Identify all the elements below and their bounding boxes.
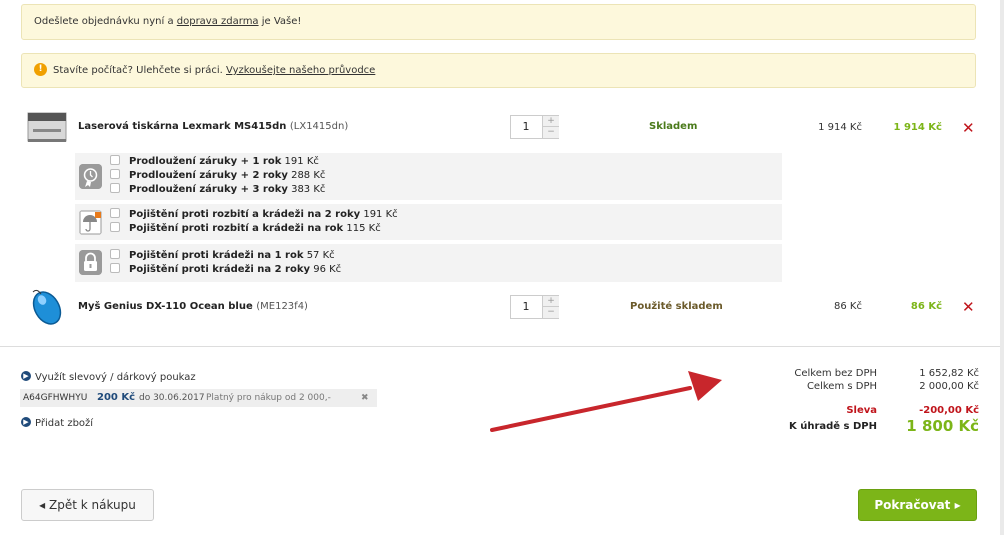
checkbox[interactable] xyxy=(110,263,120,273)
printer-thumbnail[interactable] xyxy=(25,107,69,147)
product-name[interactable]: Myš Genius DX-110 Ocean blue (ME123f4) xyxy=(78,301,308,312)
product-title[interactable]: Myš Genius DX-110 Ocean blue xyxy=(78,301,253,312)
chevron-right-icon: ▶ xyxy=(21,417,31,427)
warranty-option[interactable]: Prodloužení záruky + 1 rok 191 Kč xyxy=(110,155,319,169)
option-label: Pojištění proti rozbití a krádeži na 2 r… xyxy=(129,209,361,220)
product-code: (ME123f4) xyxy=(256,301,308,312)
continue-button[interactable]: Pokračovat ▸ xyxy=(858,489,977,521)
quantity-value[interactable]: 1 xyxy=(511,296,541,318)
option-label: Prodloužení záruky + 3 roky xyxy=(129,184,288,195)
stock-status: Použité skladem xyxy=(630,301,723,312)
shipping-suffix: je Vaše! xyxy=(258,16,302,27)
mouse-thumbnail[interactable] xyxy=(25,286,69,326)
unit-price: 1 914 Kč xyxy=(818,122,862,133)
add-item-label[interactable]: Přidat zboží xyxy=(35,418,93,429)
insurance-option[interactable]: Pojištění proti rozbití a krádeži na rok… xyxy=(110,222,381,236)
option-label: Pojištění proti krádeži na 1 rok xyxy=(129,250,304,261)
quantity-stepper[interactable]: 1 + − xyxy=(510,295,559,319)
remove-voucher-icon[interactable]: ✖ xyxy=(361,389,369,407)
stock-status: Skladem xyxy=(649,121,698,132)
theft-option[interactable]: Pojištění proti krádeži na 2 roky 96 Kč xyxy=(110,263,341,277)
option-price: 288 Kč xyxy=(291,170,326,181)
quantity-minus-button[interactable]: − xyxy=(542,307,559,318)
quantity-minus-button[interactable]: − xyxy=(542,127,559,138)
product-title[interactable]: Laserová tiskárna Lexmark MS415dn xyxy=(78,121,286,132)
quantity-plus-button[interactable]: + xyxy=(542,296,559,307)
option-label: Prodloužení záruky + 1 rok xyxy=(129,156,282,167)
guide-link[interactable]: Vyzkoušejte našeho průvodce xyxy=(226,65,375,76)
discount-value: -200,00 Kč xyxy=(919,405,979,416)
insurance-options: Pojištění proti rozbití a krádeži na 2 r… xyxy=(75,204,782,240)
total-price: 86 Kč xyxy=(910,301,942,312)
warranty-icon xyxy=(79,164,102,189)
product-code: (LX1415dn) xyxy=(289,121,349,132)
option-label: Pojištění proti rozbití a krádeži na rok xyxy=(129,223,344,234)
option-price: 191 Kč xyxy=(284,156,319,167)
cart-item-mouse: Myš Genius DX-110 Ocean blue (ME123f4) 1… xyxy=(0,286,1004,326)
unit-price: 86 Kč xyxy=(834,301,862,312)
warranty-option[interactable]: Prodloužení záruky + 2 roky 288 Kč xyxy=(110,169,325,183)
info-icon: ! xyxy=(34,62,47,76)
checkbox[interactable] xyxy=(110,183,120,193)
free-shipping-notice: Odešlete objednávku nyní a doprava zdarm… xyxy=(21,4,976,40)
total-with-vat: 2 000,00 Kč xyxy=(919,381,979,392)
amount-due: 1 800 Kč xyxy=(906,417,979,435)
checkbox[interactable] xyxy=(110,169,120,179)
warranty-option[interactable]: Prodloužení záruky + 3 roky 383 Kč xyxy=(110,183,325,197)
total-price: 1 914 Kč xyxy=(893,122,942,133)
quantity-stepper[interactable]: 1 + − xyxy=(510,115,559,139)
product-name[interactable]: Laserová tiskárna Lexmark MS415dn (LX141… xyxy=(78,121,348,132)
checkbox[interactable] xyxy=(110,222,120,232)
chevron-right-icon: ▸ xyxy=(954,498,961,512)
option-price: 57 Kč xyxy=(306,250,335,261)
discount-label: Sleva xyxy=(846,405,877,416)
guide-notice: ! Stavíte počítač? Ulehčete si práci. Vyz… xyxy=(21,53,976,88)
back-button-label: Zpět k nákupu xyxy=(48,498,136,512)
option-price: 191 Kč xyxy=(363,209,398,220)
free-shipping-link[interactable]: doprava zdarma xyxy=(177,16,259,27)
continue-button-label: Pokračovat xyxy=(874,498,951,512)
warranty-options: Prodloužení záruky + 1 rok 191 Kč Prodlo… xyxy=(75,153,782,200)
option-price: 96 Kč xyxy=(313,264,342,275)
voucher-note: Platný pro nákup od 2 000,- xyxy=(206,393,331,403)
insurance-option[interactable]: Pojištění proti rozbití a krádeži na 2 r… xyxy=(110,208,398,222)
voucher-link-label[interactable]: Využít slevový / dárkový poukaz xyxy=(35,372,196,383)
umbrella-icon xyxy=(79,210,102,235)
use-voucher-link[interactable]: ▶ Využít slevový / dárkový poukaz xyxy=(21,371,196,383)
quantity-plus-button[interactable]: + xyxy=(542,116,559,127)
scrollbar[interactable] xyxy=(1000,0,1004,535)
total-with-vat-label: Celkem s DPH xyxy=(806,381,877,392)
chevron-left-icon: ◂ xyxy=(39,498,46,512)
back-to-shopping-button[interactable]: ◂ Zpět k nákupu xyxy=(21,489,154,521)
checkbox[interactable] xyxy=(110,208,120,218)
voucher-code: A64GFHWHYU xyxy=(23,393,88,403)
applied-voucher: A64GFHWHYU 200 Kč do 30.06.2017 Platný p… xyxy=(20,389,377,407)
add-item-link[interactable]: ▶ Přidat zboží xyxy=(21,417,93,429)
remove-item-button[interactable]: ✕ xyxy=(962,121,975,136)
option-price: 383 Kč xyxy=(291,184,326,195)
option-price: 115 Kč xyxy=(346,223,381,234)
checkbox[interactable] xyxy=(110,249,120,259)
voucher-validity: do 30.06.2017 xyxy=(139,393,205,403)
theft-option[interactable]: Pojištění proti krádeži na 1 rok 57 Kč xyxy=(110,249,335,263)
theft-insurance-options: Pojištění proti krádeži na 1 rok 57 Kč P… xyxy=(75,244,782,282)
total-without-vat-label: Celkem bez DPH xyxy=(794,368,877,379)
amount-due-label: K úhradě s DPH xyxy=(788,421,877,432)
option-label: Prodloužení záruky + 2 roky xyxy=(129,170,288,181)
option-label: Pojištění proti krádeži na 2 roky xyxy=(129,264,311,275)
total-without-vat: 1 652,82 Kč xyxy=(919,368,979,379)
remove-item-button[interactable]: ✕ xyxy=(962,300,975,315)
chevron-right-icon: ▶ xyxy=(21,371,31,381)
quantity-value[interactable]: 1 xyxy=(511,116,541,138)
divider xyxy=(0,346,1004,347)
shipping-prefix: Odešlete objednávku nyní a xyxy=(34,16,177,27)
checkbox[interactable] xyxy=(110,155,120,165)
lock-icon xyxy=(79,250,102,275)
cart-item-printer: Laserová tiskárna Lexmark MS415dn (LX141… xyxy=(0,107,1004,147)
guide-text: Stavíte počítač? Ulehčete si práci. xyxy=(53,65,226,76)
voucher-value: 200 Kč xyxy=(97,392,136,403)
